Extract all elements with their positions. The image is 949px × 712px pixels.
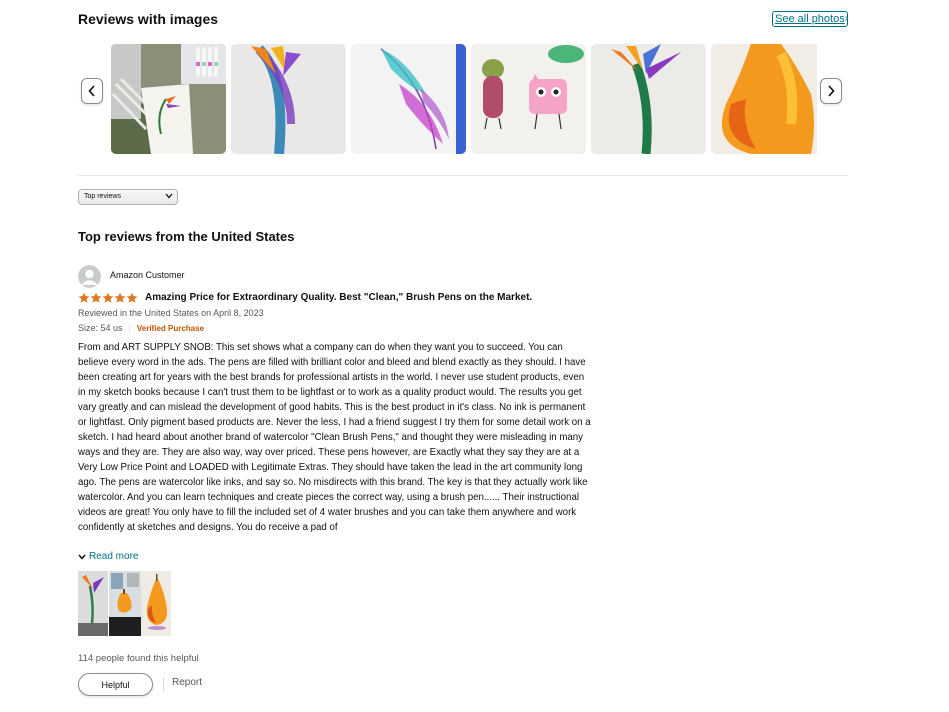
star-icon <box>78 292 90 303</box>
report-link[interactable]: Report <box>172 677 202 688</box>
review-date: Reviewed in the United States on April 8… <box>78 308 264 318</box>
chevron-down-icon <box>78 554 86 560</box>
user-avatar-icon <box>78 265 101 288</box>
review-image-3[interactable] <box>141 571 171 636</box>
pear-painting-icon <box>711 44 817 154</box>
art-supplies-photo-icon <box>111 44 226 154</box>
read-more-label: Read more <box>89 551 139 562</box>
cartoon-characters-drawing-icon <box>471 44 586 154</box>
see-all-photos-link[interactable]: See all photos <box>772 11 848 27</box>
review-title[interactable]: Amazing Price for Extraordinary Quality.… <box>145 292 532 303</box>
review-image-thumb-1[interactable] <box>111 44 226 154</box>
top-reviews-heading: Top reviews from the United States <box>78 229 295 244</box>
read-more-link[interactable]: Read more <box>78 551 138 562</box>
carousel-prev-button[interactable] <box>81 78 103 104</box>
star-icon <box>114 292 126 303</box>
star-icon <box>102 292 114 303</box>
review-image-thumb-6[interactable] <box>711 44 817 154</box>
review-body: From and ART SUPPLY SNOB: This set shows… <box>78 340 593 546</box>
chevron-down-icon <box>165 193 173 199</box>
bird-of-paradise-painting-icon <box>78 571 108 636</box>
review-star-rating[interactable] <box>78 292 138 304</box>
helpful-button[interactable]: Helpful <box>78 673 153 696</box>
review-image-thumb-3[interactable] <box>351 44 466 154</box>
review-image-thumb-4[interactable] <box>471 44 586 154</box>
helpful-count: 114 people found this helpful <box>78 653 199 664</box>
section-divider <box>78 175 848 176</box>
see-all-chevron-icon: › <box>845 13 849 24</box>
review-image-1[interactable] <box>78 571 108 636</box>
pear-in-progress-photo-icon <box>109 571 141 636</box>
reviews-with-images-title: Reviews with images <box>78 11 219 27</box>
pear-painting-icon <box>141 571 171 636</box>
verified-purchase-badge: Verified Purchase <box>136 324 205 333</box>
star-icon <box>90 292 102 303</box>
reviewer-avatar <box>78 265 101 288</box>
sort-selected-label: Top reviews <box>84 193 121 200</box>
review-image-thumb-2[interactable] <box>231 44 346 154</box>
action-separator <box>163 678 164 691</box>
reviewer-name[interactable]: Amazon Customer <box>110 270 185 280</box>
review-image-2[interactable] <box>109 571 141 636</box>
chevron-left-icon <box>88 85 95 97</box>
chevron-right-icon <box>828 85 835 97</box>
bird-of-paradise-painting-icon <box>231 44 346 154</box>
meta-separator: | <box>128 323 131 333</box>
feather-painting-icon <box>351 44 466 154</box>
sort-reviews-dropdown[interactable]: Top reviews <box>78 189 178 205</box>
carousel-next-button[interactable] <box>820 78 842 104</box>
bird-of-paradise-painting-icon <box>591 44 706 154</box>
star-icon <box>126 292 138 303</box>
review-format-strip: Size: 54 us | Verified Purchase <box>78 323 204 333</box>
review-image-thumb-5[interactable] <box>591 44 706 154</box>
review-size: Size: 54 us <box>78 323 123 333</box>
